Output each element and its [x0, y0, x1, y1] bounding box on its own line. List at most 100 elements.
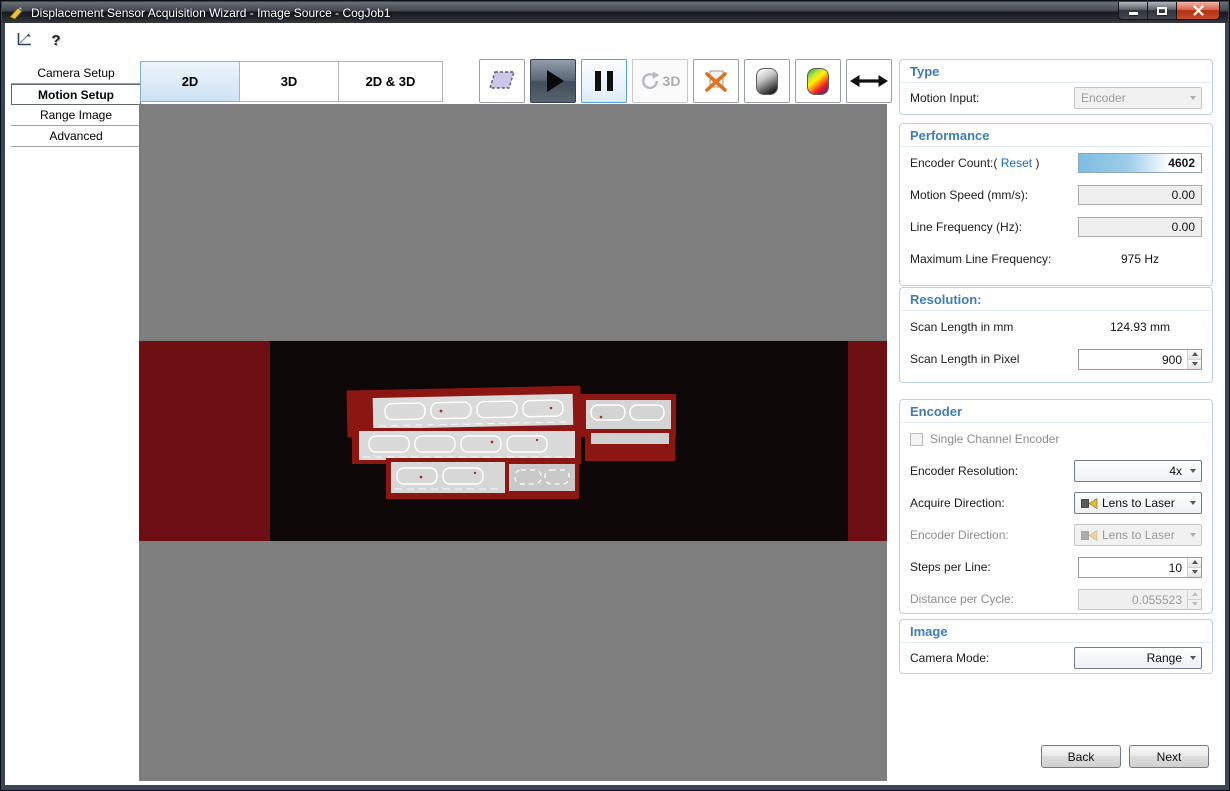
performance-heading: Performance — [900, 124, 1212, 147]
camera-mode-value: Range — [1081, 651, 1185, 665]
motion-speed-field: 0.00 — [1078, 185, 1202, 205]
acquire-direction-select[interactable]: Lens to Laser — [1074, 492, 1202, 514]
spinner-buttons — [1187, 558, 1201, 577]
minimize-button[interactable] — [1118, 2, 1147, 20]
encoder-direction-row: Encoder Direction: Lens to Laser — [900, 519, 1212, 551]
acquisition-toolbar: 3D — [479, 59, 892, 103]
help-button[interactable]: ? — [45, 29, 67, 51]
encoder-heading: Encoder — [900, 400, 1212, 423]
spinner-buttons — [1187, 590, 1201, 609]
acquire-direction-value: Lens to Laser — [1102, 496, 1185, 510]
single-channel-label: Single Channel Encoder — [930, 432, 1059, 446]
wizard-window: Displacement Sensor Acquisition Wizard -… — [0, 0, 1230, 791]
spin-up-icon — [1188, 590, 1201, 600]
steps-per-line-label: Steps per Line: — [910, 560, 991, 574]
next-button[interactable]: Next — [1129, 745, 1209, 768]
image-canvas[interactable] — [139, 104, 887, 781]
sidebar-item-motion-setup[interactable]: Motion Setup — [11, 84, 141, 105]
play-icon — [547, 70, 564, 92]
distance-per-cycle-label: Distance per Cycle: — [910, 592, 1014, 606]
encoder-resolution-value: 4x — [1081, 464, 1185, 478]
encoder-resolution-label: Encoder Resolution: — [910, 464, 1018, 478]
close-button[interactable] — [1176, 2, 1220, 20]
encoder-count-label-text: Encoder Count:( — [910, 156, 997, 170]
distance-per-cycle-stepper: 0.055523 — [1078, 589, 1202, 610]
performance-panel: Performance Encoder Count:( Reset ) 4602… — [899, 123, 1213, 286]
back-button[interactable]: Back — [1041, 745, 1121, 768]
wizard-step-list: Camera Setup Motion Setup Range Image Ad… — [11, 63, 141, 147]
encoder-direction-value: Lens to Laser — [1102, 528, 1185, 542]
motion-speed-label: Motion Speed (mm/s): — [910, 188, 1028, 202]
image-heading: Image — [900, 620, 1212, 643]
pause-button[interactable] — [581, 59, 627, 103]
scan-length-mm-label: Scan Length in mm — [910, 320, 1013, 334]
motion-speed-row: Motion Speed (mm/s): 0.00 — [900, 179, 1212, 211]
encoder-direction-label: Encoder Direction: — [910, 528, 1009, 542]
line-frequency-field: 0.00 — [1078, 217, 1202, 237]
scan-length-px-stepper[interactable]: 900 — [1078, 349, 1202, 370]
grayscale-palette-button[interactable] — [744, 59, 790, 103]
tab-3d[interactable]: 3D — [239, 61, 339, 102]
motion-input-label: Motion Input: — [910, 91, 979, 105]
type-heading: Type — [900, 60, 1212, 83]
spin-down-icon — [1188, 600, 1201, 609]
measure-tool-button[interactable] — [13, 29, 35, 51]
chevron-down-icon — [1185, 648, 1201, 668]
type-panel: Type Motion Input: Encoder — [899, 59, 1213, 115]
app-icon — [9, 6, 25, 20]
distance-per-cycle-row: Distance per Cycle: 0.055523 — [900, 583, 1212, 615]
refresh-icon — [640, 71, 660, 91]
color-palette-button[interactable] — [795, 59, 841, 103]
encoder-count-field: 4602 — [1078, 153, 1202, 173]
resolution-panel: Resolution: Scan Length in mm 124.93 mm … — [899, 287, 1213, 383]
scan-length-mm-value: 124.93 mm — [1078, 320, 1202, 334]
lens-to-laser-icon — [1081, 529, 1098, 541]
sidebar-item-range-image[interactable]: Range Image — [11, 105, 141, 126]
spin-down-icon[interactable] — [1188, 568, 1201, 577]
steps-per-line-value: 10 — [1079, 558, 1187, 577]
reset-link[interactable]: Reset — [1001, 156, 1032, 170]
clear-image-button[interactable] — [693, 59, 739, 103]
distance-per-cycle-value: 0.055523 — [1079, 590, 1187, 609]
encoder-resolution-select[interactable]: 4x — [1074, 460, 1202, 482]
range-scan-preview — [139, 341, 887, 541]
grayscale-palette-icon — [756, 68, 778, 95]
roi-polygon-button[interactable] — [479, 59, 525, 103]
acquire-direction-label: Acquire Direction: — [910, 496, 1005, 510]
fit-width-icon — [850, 73, 888, 89]
window-title: Displacement Sensor Acquisition Wizard -… — [31, 6, 391, 20]
minimize-icon — [1129, 12, 1138, 15]
help-icon: ? — [51, 32, 60, 49]
line-frequency-row: Line Frequency (Hz): 0.00 — [900, 211, 1212, 243]
scan-length-px-value: 900 — [1079, 350, 1187, 369]
reset-3d-label: 3D — [663, 73, 681, 89]
max-line-frequency-label: Maximum Line Frequency: — [910, 252, 1051, 266]
spin-up-icon[interactable] — [1188, 558, 1201, 568]
maximize-button[interactable] — [1147, 2, 1176, 20]
measure-tool-icon — [15, 32, 33, 48]
steps-per-line-stepper[interactable]: 10 — [1078, 557, 1202, 578]
motion-input-row: Motion Input: Encoder — [900, 83, 1212, 113]
encoder-panel: Encoder Single Channel Encoder Encoder R… — [899, 399, 1213, 614]
camera-mode-row: Camera Mode: Range — [900, 643, 1212, 673]
tab-2d-3d[interactable]: 2D & 3D — [338, 61, 443, 102]
spin-up-icon[interactable] — [1188, 350, 1201, 360]
camera-mode-select[interactable]: Range — [1074, 647, 1202, 669]
title-bar[interactable]: Displacement Sensor Acquisition Wizard -… — [2, 2, 1228, 23]
close-icon — [1193, 5, 1204, 16]
spin-down-icon[interactable] — [1188, 360, 1201, 369]
fit-width-button[interactable] — [846, 59, 892, 103]
encoder-count-row: Encoder Count:( Reset ) 4602 — [900, 147, 1212, 179]
maximize-icon — [1157, 7, 1167, 15]
motion-input-select: Encoder — [1074, 87, 1202, 109]
spinner-buttons — [1187, 350, 1201, 369]
tab-2d[interactable]: 2D — [140, 61, 240, 102]
chevron-down-icon — [1185, 88, 1201, 108]
single-channel-checkbox — [910, 433, 923, 446]
roi-polygon-icon — [486, 68, 518, 94]
resolution-heading: Resolution: — [900, 288, 1212, 311]
sidebar-item-camera-setup[interactable]: Camera Setup — [11, 63, 141, 84]
camera-mode-label: Camera Mode: — [910, 651, 989, 665]
play-button[interactable] — [530, 59, 576, 103]
sidebar-item-advanced[interactable]: Advanced — [11, 126, 141, 147]
